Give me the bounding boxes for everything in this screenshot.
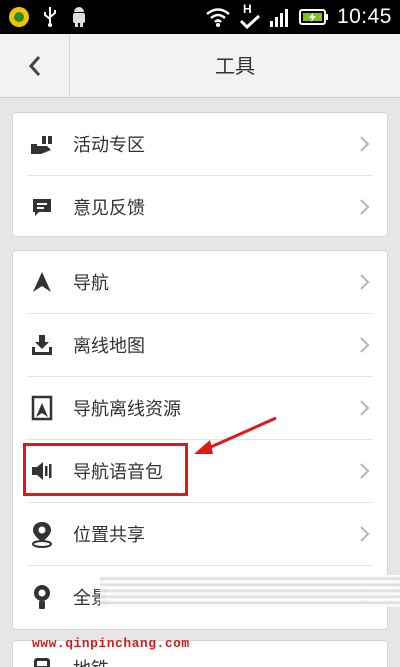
- signal-h-check: H: [239, 2, 261, 30]
- watermark: www.qinpinchang.com: [32, 636, 190, 651]
- list-item-label: 意见反馈: [73, 198, 145, 219]
- list-item-navigation[interactable]: 导航: [13, 251, 387, 313]
- location-pin-icon: [25, 517, 59, 551]
- download-tray-icon: [25, 328, 59, 362]
- list-item-location-sharing[interactable]: 位置共享: [13, 503, 387, 565]
- page-title: 工具: [215, 54, 255, 78]
- navigation-frame-icon: [25, 391, 59, 425]
- blur-overlay: [100, 575, 400, 607]
- gift-hand-icon: [25, 127, 59, 161]
- status-bar-left: [8, 5, 88, 29]
- app-icon: [9, 7, 29, 27]
- panorama-pin-icon: [25, 580, 59, 614]
- signal-icon: [269, 9, 288, 27]
- list-item-offline-map[interactable]: 离线地图: [13, 314, 387, 376]
- status-bar: H 10:45: [0, 0, 400, 34]
- chevron-right-icon: [355, 461, 375, 481]
- annotation-arrow: [194, 416, 277, 454]
- list-item-label: 离线地图: [73, 336, 145, 357]
- title-bar: 工具: [0, 34, 400, 98]
- list-item-label: 位置共享: [73, 525, 145, 546]
- signal-letter: H: [242, 2, 252, 16]
- android-icon: [73, 7, 85, 27]
- chevron-right-icon: [355, 398, 375, 418]
- chevron-right-icon: [355, 134, 375, 154]
- chevron-right-icon: [355, 524, 375, 544]
- subway-icon: [25, 651, 59, 667]
- back-button[interactable]: [0, 34, 70, 98]
- chevron-right-icon: [355, 197, 375, 217]
- list-item-label: 导航: [73, 273, 109, 294]
- card-section-activities: 活动专区 意见反馈: [12, 112, 388, 237]
- chevron-right-icon: [355, 335, 375, 355]
- navigation-arrow-icon: [25, 265, 59, 299]
- list-item-feedback[interactable]: 意见反馈: [13, 176, 387, 238]
- battery-icon: [298, 9, 328, 25]
- status-bar-right: H 10:45: [205, 2, 392, 30]
- message-icon: [25, 190, 59, 224]
- list-item-label: 活动专区: [73, 135, 145, 156]
- wifi-icon: [206, 8, 230, 27]
- check-icon: [239, 15, 260, 29]
- highlight-box: [23, 443, 188, 496]
- usb-icon: [44, 7, 56, 27]
- status-time: 10:45: [336, 5, 392, 28]
- list-item-label: 地铁: [73, 655, 387, 667]
- chevron-left-icon: [28, 56, 40, 76]
- chevron-right-icon: [355, 272, 375, 292]
- list-item-activity-zone[interactable]: 活动专区: [13, 113, 387, 175]
